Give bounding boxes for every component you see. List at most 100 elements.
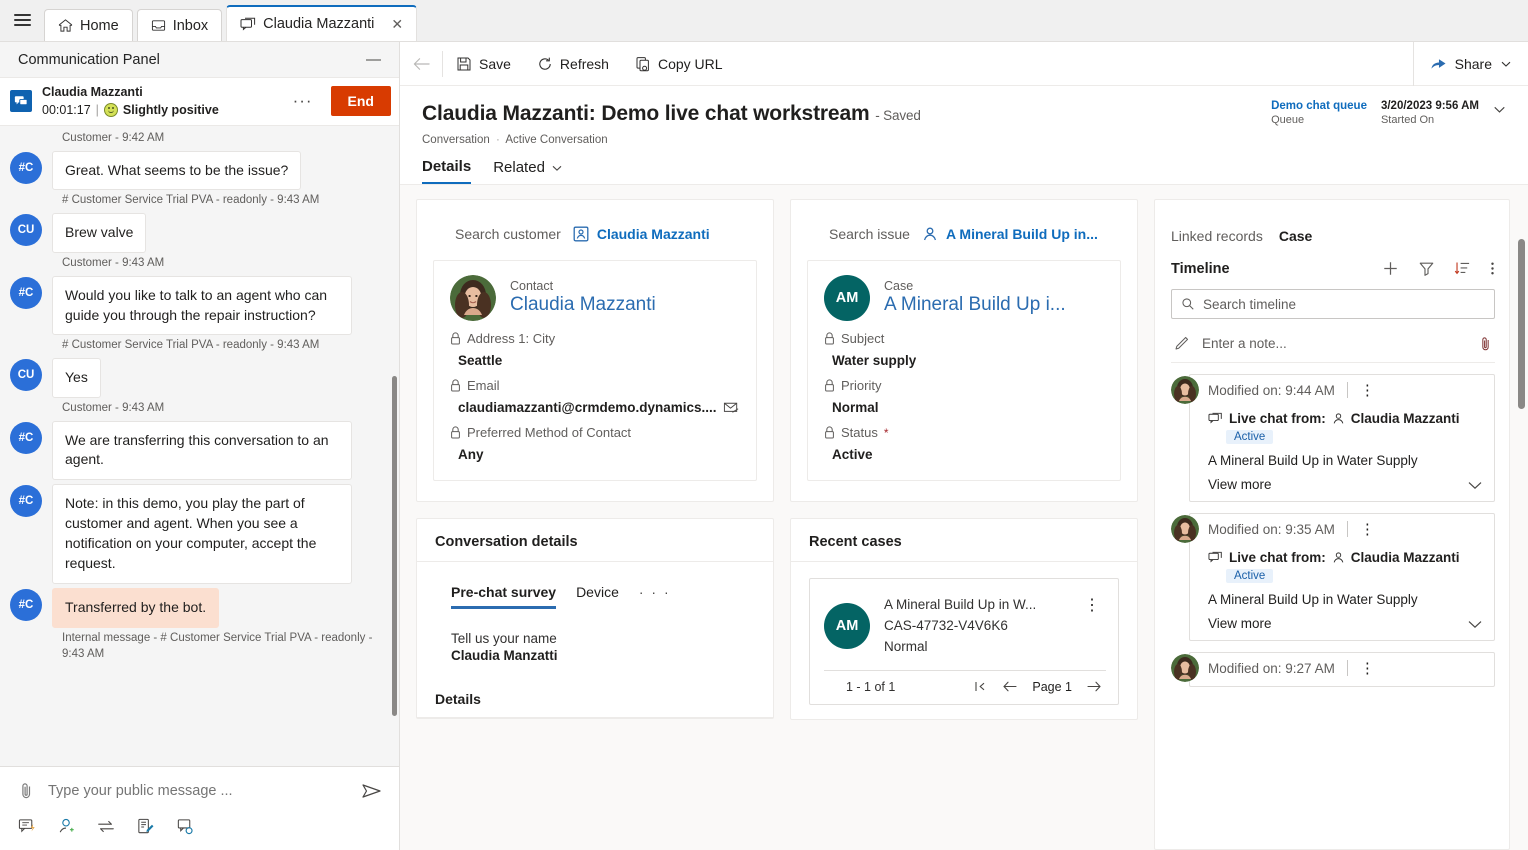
previous-page-icon[interactable] [1002, 680, 1018, 693]
tab-home[interactable]: Home [44, 9, 133, 41]
person-icon [1332, 551, 1345, 564]
recent-case-title: A Mineral Build Up in W... [884, 597, 1037, 612]
paperclip-icon[interactable] [16, 781, 36, 801]
transcript-scrollbar[interactable] [392, 375, 397, 716]
conversation-duration: 00:01:17 [42, 102, 91, 117]
copy-url-button[interactable]: Copy URL [622, 42, 736, 86]
lock-icon [450, 379, 461, 392]
notes-icon[interactable] [136, 817, 155, 836]
hamburger-icon[interactable] [0, 0, 44, 41]
end-conversation-button[interactable]: End [330, 86, 391, 117]
first-page-icon[interactable] [974, 680, 988, 693]
case-entity-type: Case [884, 279, 914, 294]
share-button[interactable]: Share [1414, 56, 1528, 72]
chat-message: CU Brew valve [10, 213, 385, 253]
form-scrollbar[interactable] [1518, 239, 1525, 409]
message-input[interactable] [48, 783, 349, 799]
add-icon[interactable] [1382, 260, 1399, 277]
minimize-icon[interactable]: — [362, 52, 385, 67]
field-label: Preferred Method of Contact [450, 425, 740, 440]
field-label: Address 1: City [450, 331, 740, 346]
case-name-link[interactable]: A Mineral Build Up i... [884, 293, 1066, 317]
linked-records-value[interactable]: Case [1279, 228, 1312, 244]
recent-case-row[interactable]: AM A Mineral Build Up in W... CAS-47732-… [809, 578, 1119, 705]
sentiment-label: Slightly positive [122, 102, 219, 117]
chevron-down-icon[interactable] [1500, 58, 1512, 70]
tab-claudia-mazzanti[interactable]: Claudia Mazzanti ✕ [226, 5, 418, 41]
search-customer-text: Claudia Mazzanti [596, 226, 710, 242]
tab-pre-chat-survey[interactable]: Pre-chat survey [451, 584, 557, 609]
back-arrow-icon[interactable] [400, 56, 442, 72]
timeline-item-more-button[interactable]: ⋮ [1360, 659, 1375, 677]
chevron-down-icon[interactable] [1466, 479, 1484, 491]
message-timestamp: Customer - 9:43 AM [62, 256, 165, 269]
timeline-item[interactable]: Modified on: 9:35 AM ⋮ Live chat from: C… [1171, 513, 1495, 641]
close-icon[interactable]: ✕ [391, 17, 403, 31]
timeline-modified-on: Modified on: 9:44 AM [1208, 382, 1335, 398]
consult-icon[interactable] [57, 817, 76, 836]
chevron-down-icon[interactable] [1466, 618, 1484, 630]
timeline-item[interactable]: Modified on: 9:44 AM ⋮ Live chat from: C… [1171, 374, 1495, 502]
conversation-status-row: 00:01:17 | Slightly positive [42, 102, 275, 118]
tab-overflow-button[interactable]: · · · [639, 584, 671, 608]
avatar [1171, 515, 1199, 543]
live-chat-icon [1208, 412, 1223, 426]
pencil-icon [1173, 335, 1190, 352]
field-status: Status * Active [824, 425, 1104, 462]
header-expand-chevron-down-icon[interactable] [1493, 100, 1506, 116]
timeline-search-placeholder: Search timeline [1203, 296, 1297, 312]
search-issue-value[interactable]: A Mineral Build Up in... [922, 226, 1098, 242]
save-button[interactable]: Save [443, 42, 524, 86]
tab-home-label: Home [80, 17, 119, 34]
sort-icon[interactable] [1454, 260, 1471, 277]
tab-device[interactable]: Device [576, 584, 619, 606]
field-label: Priority [824, 378, 1104, 393]
send-icon[interactable] [361, 781, 383, 801]
linked-conversation-icon[interactable] [175, 817, 195, 836]
timeline-note-input[interactable]: Enter a note... [1171, 329, 1495, 363]
refresh-button[interactable]: Refresh [524, 42, 622, 86]
recent-case-more-button[interactable]: ⋮ [1078, 595, 1106, 615]
chevron-down-icon[interactable] [551, 162, 563, 174]
conversation-more-button[interactable]: ··· [285, 91, 321, 111]
timeline-view-more[interactable]: View more [1208, 477, 1484, 492]
transfer-icon[interactable] [96, 817, 116, 836]
email-icon[interactable] [723, 400, 740, 415]
linked-records-label: Linked records [1171, 228, 1263, 244]
started-on-value: 3/20/2023 9:56 AM [1380, 100, 1479, 112]
more-icon[interactable] [1490, 260, 1495, 277]
recent-case-priority: Normal [884, 638, 928, 654]
timeline-view-more[interactable]: View more [1208, 616, 1484, 631]
timeline-item-body: Modified on: 9:35 AM ⋮ Live chat from: C… [1189, 513, 1495, 641]
customer-summary-card: Search customer Claudia Mazzanti Contact… [416, 199, 774, 502]
timeline-search-input[interactable]: Search timeline [1171, 289, 1495, 319]
filter-icon[interactable] [1418, 260, 1435, 277]
timeline-item-more-button[interactable]: ⋮ [1360, 381, 1375, 399]
required-indicator: * [883, 425, 889, 440]
linked-records-row: Linked records Case [1155, 200, 1509, 244]
next-page-icon[interactable] [1086, 680, 1102, 693]
timeline-item-more-button[interactable]: ⋮ [1360, 520, 1375, 538]
tab-details[interactable]: Details [422, 158, 472, 184]
case-header: AM Case A Mineral Build Up i... [824, 275, 1104, 321]
chat-transcript[interactable]: Customer - 9:42 AM #C Great. What seems … [0, 126, 399, 766]
record-header: Claudia Mazzanti: Demo live chat workstr… [400, 86, 1528, 146]
column-case: Search issue A Mineral Build Up in... AM [790, 199, 1138, 850]
recent-cases-title: Recent cases [791, 519, 1137, 562]
timeline-item-description: A Mineral Build Up in Water Supply [1208, 592, 1418, 607]
contact-name-link[interactable]: Claudia Mazzanti [510, 293, 656, 317]
search-issue-row: Search issue A Mineral Build Up in... [791, 200, 1137, 242]
tab-related[interactable]: Related [493, 158, 563, 184]
paperclip-icon[interactable] [1478, 336, 1493, 352]
contact-lookup-icon [573, 226, 589, 242]
message-bubble: Note: in this demo, you play the part of… [52, 484, 352, 584]
active-conversation-header: Claudia Mazzanti 00:01:17 | Slightly pos… [0, 77, 399, 126]
main-form-area: Save Refresh Copy URL Share Claudia Mazz… [400, 41, 1528, 850]
quick-replies-icon[interactable] [18, 817, 37, 836]
search-customer-value[interactable]: Claudia Mazzanti [573, 226, 710, 242]
chat-message: #C We are transferring this conversation… [10, 420, 385, 481]
conversation-customer-name: Claudia Mazzanti [42, 85, 143, 99]
timeline-item[interactable]: Modified on: 9:27 AM ⋮ [1171, 652, 1495, 687]
tab-inbox[interactable]: Inbox [136, 9, 223, 41]
queue-value[interactable]: Demo chat queue [1271, 100, 1367, 112]
